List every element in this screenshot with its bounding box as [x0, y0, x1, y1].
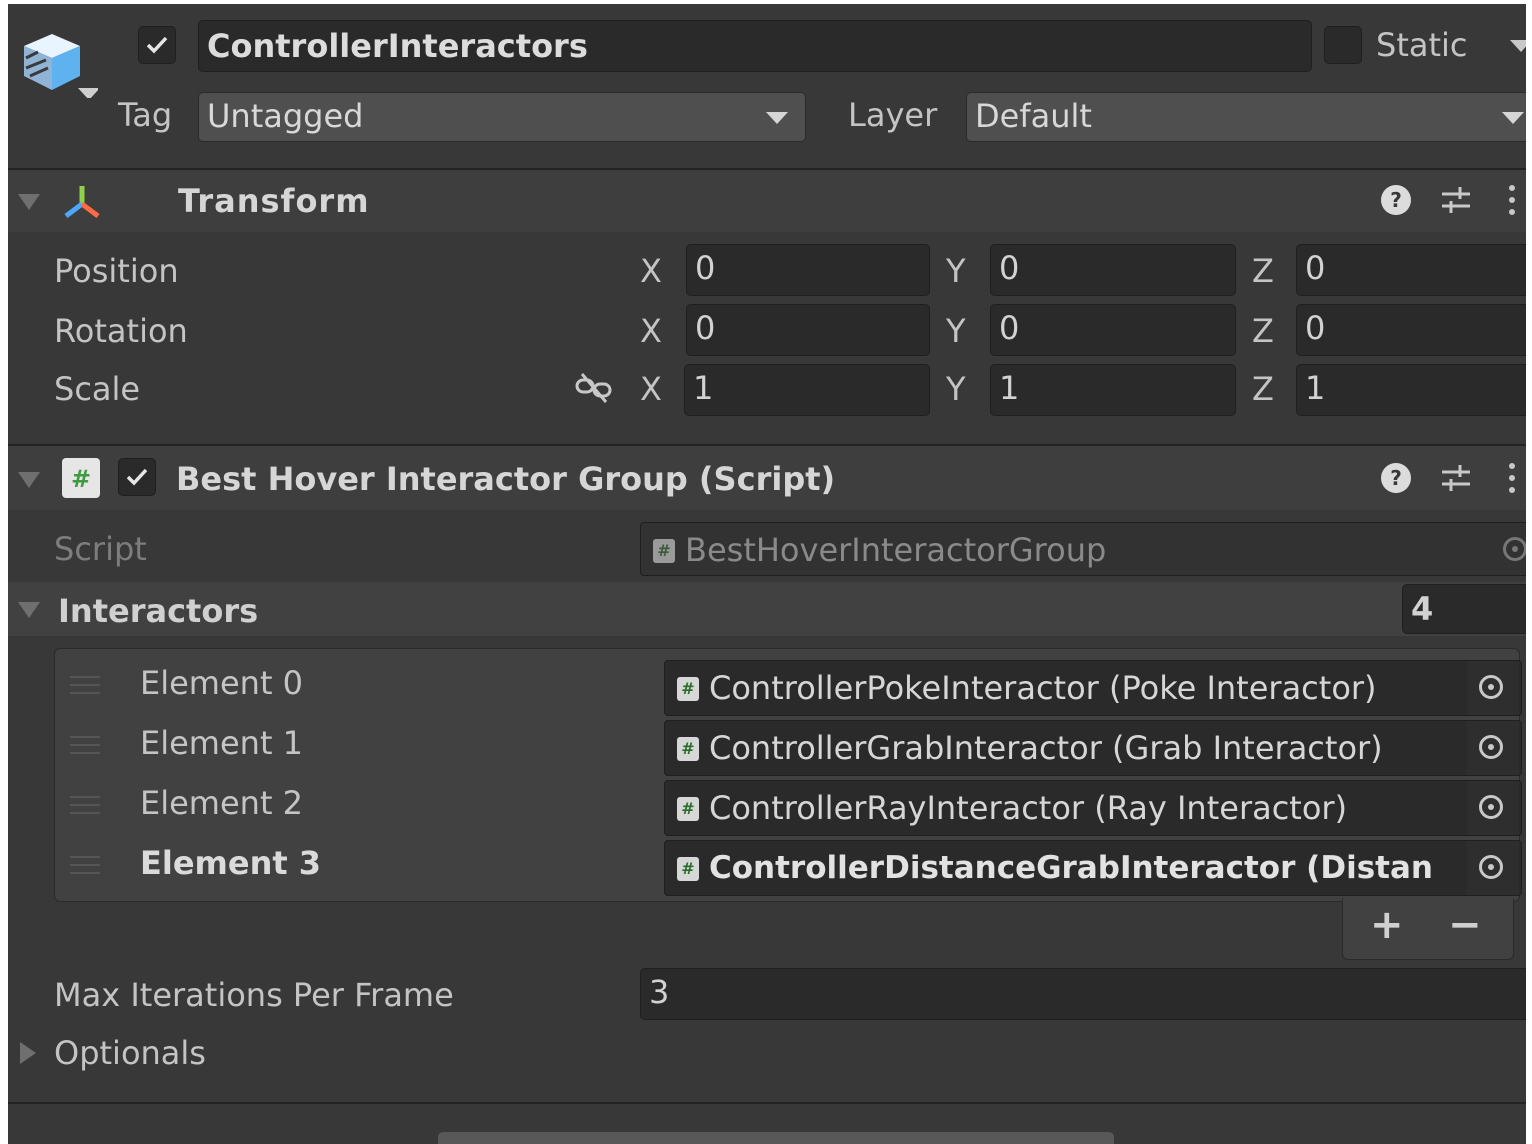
- position-x-label[interactable]: X: [640, 248, 662, 294]
- object-picker-icon[interactable]: [1467, 841, 1519, 895]
- list-add-remove-footer: [1342, 898, 1514, 960]
- position-z-input[interactable]: 0: [1296, 244, 1526, 296]
- object-picker-icon[interactable]: [1467, 721, 1519, 775]
- svg-text:?: ?: [1390, 188, 1402, 212]
- add-component-button[interactable]: [438, 1132, 1114, 1144]
- layer-label: Layer: [848, 96, 938, 134]
- script-file-icon: #: [677, 737, 699, 761]
- rotation-x-label[interactable]: X: [640, 308, 662, 354]
- object-picker-icon[interactable]: [1467, 781, 1519, 835]
- checkmark-icon: [146, 36, 168, 54]
- script-file-icon: #: [677, 857, 699, 881]
- gameobject-name-input[interactable]: ControllerInteractors: [198, 20, 1312, 72]
- script-field-value: BestHoverInteractorGroup: [685, 531, 1107, 569]
- active-checkbox[interactable]: [138, 26, 176, 64]
- gameobject-cube-icon[interactable]: [18, 22, 100, 100]
- position-x-input[interactable]: 0: [686, 244, 930, 296]
- checkmark-icon: [126, 468, 148, 486]
- layer-dropdown[interactable]: Default: [966, 92, 1526, 142]
- transform-title: Transform: [178, 182, 370, 220]
- rotation-y-input[interactable]: 0: [990, 304, 1236, 356]
- position-y-label[interactable]: Y: [946, 248, 966, 294]
- component-foldout-icon[interactable]: [18, 472, 40, 488]
- script-file-icon: #: [677, 677, 699, 701]
- element-3-label: Element 3: [140, 844, 322, 882]
- scale-x-input[interactable]: 1: [684, 364, 930, 416]
- transform-axes-icon: [60, 180, 104, 224]
- component-title: Best Hover Interactor Group (Script): [176, 460, 836, 498]
- element-1-value: ControllerGrabInteractor (Grab Interacto…: [709, 729, 1383, 767]
- scale-y-label[interactable]: Y: [946, 366, 966, 412]
- component-presets-icon[interactable]: [1438, 460, 1474, 496]
- position-label[interactable]: Position: [54, 248, 179, 294]
- transform-presets-icon[interactable]: [1438, 182, 1474, 218]
- scale-label[interactable]: Scale: [54, 366, 140, 412]
- static-checkbox[interactable]: [1324, 26, 1362, 64]
- script-picker-icon: [1491, 523, 1526, 575]
- rotation-x-input[interactable]: 0: [686, 304, 930, 356]
- scale-x-label[interactable]: X: [640, 366, 662, 412]
- inspector-panel: ControllerInteractors Static Tag Untagge…: [8, 4, 1526, 1144]
- component-enabled-checkbox[interactable]: [118, 458, 156, 496]
- optionals-foldout-icon[interactable]: [20, 1042, 36, 1064]
- script-file-icon: #: [677, 797, 699, 821]
- scale-z-label[interactable]: Z: [1252, 366, 1274, 412]
- static-label: Static: [1376, 26, 1468, 64]
- rotation-y-label[interactable]: Y: [946, 308, 966, 354]
- component-menu-icon[interactable]: [1502, 460, 1522, 496]
- element-2-field[interactable]: # ControllerRayInteractor (Ray Interacto…: [664, 780, 1522, 836]
- element-1-field[interactable]: # ControllerGrabInteractor (Grab Interac…: [664, 720, 1522, 776]
- layer-dropdown-value: Default: [975, 97, 1092, 135]
- section-divider: [8, 1102, 1526, 1104]
- element-0-field[interactable]: # ControllerPokeInteractor (Poke Interac…: [664, 660, 1522, 716]
- script-file-icon: #: [653, 539, 675, 563]
- element-3-value: ControllerDistanceGrabInteractor (Distan: [709, 850, 1433, 886]
- transform-help-icon[interactable]: ?: [1378, 182, 1414, 218]
- drag-handle-icon[interactable]: [70, 796, 100, 814]
- element-0-label: Element 0: [140, 664, 304, 702]
- static-dropdown-caret-icon[interactable]: [1510, 40, 1526, 52]
- script-hash-icon: #: [62, 458, 100, 498]
- tag-label: Tag: [118, 96, 173, 134]
- position-y-input[interactable]: 0: [990, 244, 1236, 296]
- add-element-button[interactable]: +: [1370, 902, 1404, 948]
- drag-handle-icon[interactable]: [70, 736, 100, 754]
- interactors-count-input[interactable]: 4: [1402, 584, 1526, 634]
- svg-text:?: ?: [1390, 466, 1402, 490]
- object-picker-icon[interactable]: [1467, 661, 1519, 715]
- element-3-field[interactable]: # ControllerDistanceGrabInteractor (Dist…: [664, 840, 1522, 896]
- element-0-value: ControllerPokeInteractor (Poke Interacto…: [709, 669, 1377, 707]
- remove-element-button[interactable]: −: [1448, 902, 1482, 948]
- component-help-icon[interactable]: ?: [1378, 460, 1414, 496]
- script-label: Script: [54, 530, 147, 568]
- drag-handle-icon[interactable]: [70, 856, 100, 874]
- tag-caret-icon: [766, 112, 788, 124]
- constrain-proportions-icon[interactable]: [574, 370, 614, 406]
- script-field: # BestHoverInteractorGroup: [640, 522, 1526, 576]
- interactors-label[interactable]: Interactors: [58, 588, 258, 634]
- rotation-label[interactable]: Rotation: [54, 308, 188, 354]
- transform-foldout-icon[interactable]: [18, 194, 40, 210]
- element-1-label: Element 1: [140, 724, 304, 762]
- element-2-label: Element 2: [140, 784, 304, 822]
- optionals-label[interactable]: Optionals: [54, 1030, 206, 1076]
- position-z-label[interactable]: Z: [1252, 248, 1274, 294]
- rotation-z-input[interactable]: 0: [1296, 304, 1526, 356]
- max-iterations-input[interactable]: 3: [640, 968, 1526, 1020]
- interactors-foldout-icon[interactable]: [18, 602, 40, 618]
- drag-handle-icon[interactable]: [70, 676, 100, 694]
- max-iterations-label[interactable]: Max Iterations Per Frame: [54, 972, 454, 1018]
- tag-dropdown-value: Untagged: [207, 97, 364, 135]
- scale-z-input[interactable]: 1: [1296, 364, 1526, 416]
- tag-dropdown[interactable]: Untagged: [198, 92, 806, 142]
- svg-text:#: #: [71, 465, 91, 493]
- element-2-value: ControllerRayInteractor (Ray Interactor): [709, 789, 1348, 827]
- rotation-z-label[interactable]: Z: [1252, 308, 1274, 354]
- transform-menu-icon[interactable]: [1502, 182, 1522, 218]
- scale-y-input[interactable]: 1: [990, 364, 1236, 416]
- layer-caret-icon: [1502, 112, 1524, 124]
